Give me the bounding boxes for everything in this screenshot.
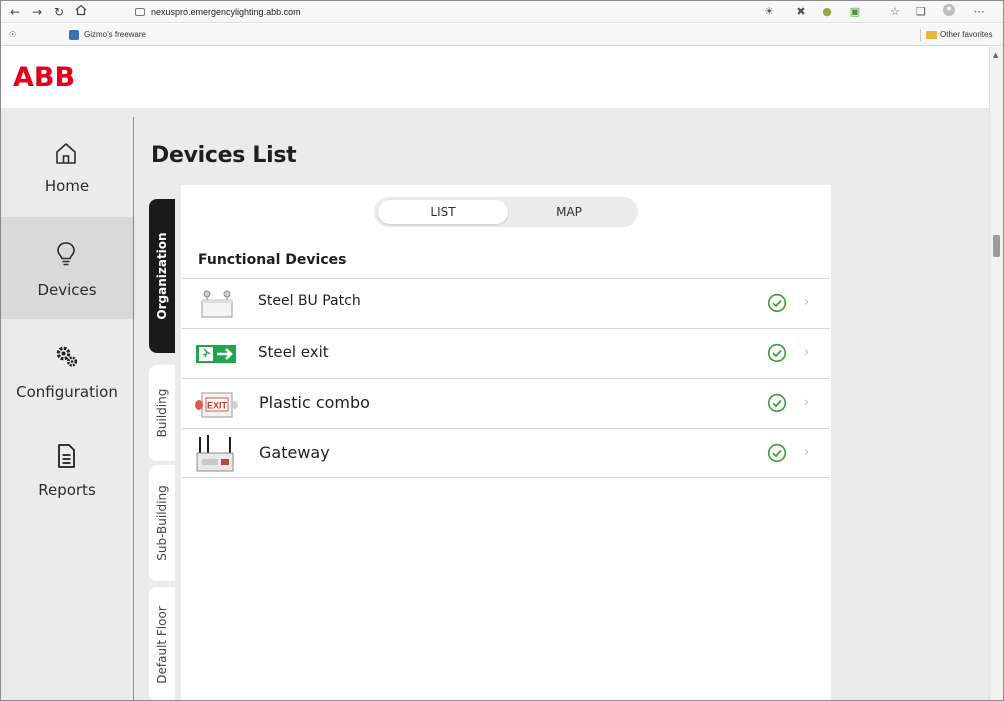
- extension-2-icon[interactable]: ●: [819, 4, 835, 20]
- page-scrollbar[interactable]: ▲: [989, 47, 1003, 700]
- favicon-icon: [69, 29, 79, 40]
- section-title: Functional Devices: [198, 252, 347, 268]
- divider: [920, 29, 921, 41]
- sidebar-item-label: Configuration: [16, 383, 118, 401]
- status-ok-icon: [767, 443, 787, 463]
- app-icon[interactable]: ☉: [9, 28, 16, 42]
- tab-sub-building[interactable]: Sub-Building: [149, 465, 175, 581]
- address-bar[interactable]: nexuspro.emergencylighting.abb.com: [135, 4, 301, 20]
- folder-icon: [926, 30, 937, 39]
- device-name: Plastic combo: [259, 393, 370, 412]
- other-favorites-label: Other favorites: [940, 30, 993, 39]
- tab-organization[interactable]: Organization: [149, 199, 175, 353]
- sidebar-item-configuration[interactable]: Configuration: [1, 319, 133, 421]
- tab-default-floor[interactable]: Default Floor: [149, 587, 175, 700]
- device-row[interactable]: Gateway ›: [182, 428, 830, 478]
- scroll-up-icon[interactable]: ▲: [993, 51, 998, 59]
- more-icon[interactable]: ⋯: [971, 4, 987, 20]
- device-row[interactable]: Steel BU Patch ›: [182, 278, 830, 328]
- sidebar-item-home[interactable]: Home: [1, 108, 133, 210]
- chevron-right-icon[interactable]: ›: [804, 343, 809, 363]
- lightbulb-icon: [57, 242, 75, 266]
- chevron-right-icon[interactable]: ›: [804, 393, 809, 413]
- view-toggle: LIST MAP: [374, 197, 638, 227]
- browser-window: ← → ↻ nexuspro.emergencylighting.abb.com…: [0, 0, 1004, 701]
- profile-icon[interactable]: [941, 4, 957, 20]
- tab-label: Default Floor: [155, 605, 169, 684]
- browser-toolbar: ← → ↻ nexuspro.emergencylighting.abb.com…: [1, 1, 1003, 23]
- sidebar-divider: [133, 117, 134, 700]
- status-ok-icon: [767, 343, 787, 363]
- exit-combo-icon: EXIT: [195, 392, 238, 418]
- read-aloud-icon[interactable]: ☀: [761, 4, 777, 20]
- reload-icon[interactable]: ↻: [51, 4, 67, 20]
- device-name: Gateway: [259, 443, 330, 462]
- device-row[interactable]: Steel exit ›: [182, 328, 830, 378]
- favorite-label: Gizmo's freeware: [84, 30, 146, 39]
- tab-list[interactable]: LIST: [378, 200, 508, 224]
- gear-icon: [56, 346, 78, 367]
- sidebar: Home Devices Configuration Reports: [1, 108, 133, 700]
- document-icon: [58, 444, 75, 468]
- favorites-icon[interactable]: ☆: [887, 4, 903, 20]
- exit-sign-icon: [196, 345, 236, 363]
- abb-logo[interactable]: ABB: [13, 63, 75, 93]
- scroll-thumb[interactable]: [993, 235, 1000, 257]
- favorites-bar: ☉ Gizmo's freeware Other favorites: [1, 24, 1003, 46]
- home-icon[interactable]: [73, 4, 89, 20]
- home-icon: [56, 143, 76, 164]
- sidebar-item-label: Devices: [37, 281, 97, 299]
- emergency-light-icon: [201, 290, 233, 318]
- sidebar-item-label: Home: [44, 177, 90, 195]
- status-ok-icon: [767, 293, 787, 313]
- tab-map[interactable]: MAP: [504, 200, 634, 224]
- sidebar-item-reports[interactable]: Reports: [1, 421, 133, 523]
- gateway-icon: [196, 435, 234, 472]
- sidebar-item-devices[interactable]: Devices: [1, 217, 133, 319]
- page-title: Devices List: [151, 143, 297, 168]
- collections-icon[interactable]: ❏: [913, 4, 929, 20]
- tab-label: Building: [155, 388, 169, 438]
- favorite-gizmo[interactable]: Gizmo's freeware: [69, 28, 146, 42]
- tab-label: Organization: [155, 232, 169, 320]
- tab-label: Sub-Building: [155, 485, 169, 561]
- extension-icon[interactable]: ✖: [793, 4, 809, 20]
- app-header: ABB: [1, 47, 989, 108]
- tab-building[interactable]: Building: [149, 365, 175, 461]
- status-ok-icon: [767, 393, 787, 413]
- back-icon[interactable]: ←: [7, 4, 23, 20]
- url-text: nexuspro.emergencylighting.abb.com: [151, 7, 301, 17]
- device-name: Steel exit: [258, 343, 329, 361]
- svg-text:EXIT: EXIT: [207, 401, 228, 411]
- extension-3-icon[interactable]: ▣: [847, 4, 863, 20]
- app-page: ABB Home Devices Configuration Reports D…: [1, 47, 989, 700]
- sidebar-item-label: Reports: [38, 481, 96, 499]
- other-favorites[interactable]: Other favorites: [926, 28, 992, 42]
- info-icon: [135, 7, 145, 16]
- device-row[interactable]: EXIT Plastic combo ›: [182, 378, 830, 428]
- chevron-right-icon[interactable]: ›: [804, 293, 809, 313]
- forward-icon[interactable]: →: [29, 4, 45, 20]
- device-name: Steel BU Patch: [258, 293, 361, 309]
- chevron-right-icon[interactable]: ›: [804, 443, 809, 463]
